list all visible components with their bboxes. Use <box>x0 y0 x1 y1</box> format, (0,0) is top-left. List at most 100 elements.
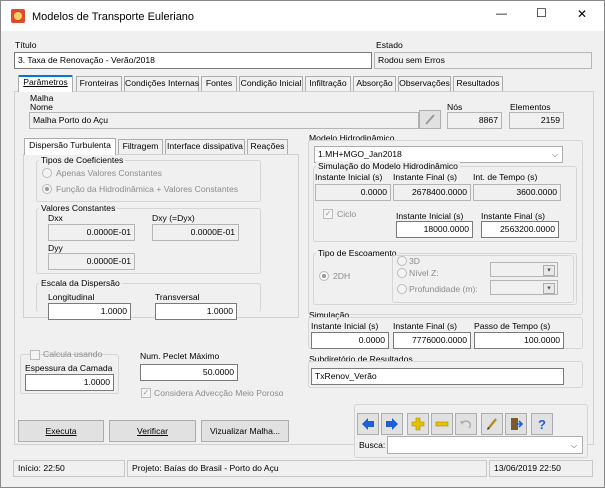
tipos-group <box>36 160 261 202</box>
sim-ini-field[interactable]: 0.0000 <box>311 332 389 349</box>
tab-accent-bar <box>19 75 72 77</box>
app-window: Modelos de Transporte Euleriano — ☐ ✕ Tí… <box>0 0 605 488</box>
tab-infiltracao[interactable]: Infiltração <box>305 76 351 91</box>
tab-condicao-inicial[interactable]: Condição Inicial <box>239 76 303 91</box>
edit-button[interactable] <box>481 413 503 435</box>
peclet-field[interactable]: 50.0000 <box>140 364 238 381</box>
subtab-reacoes[interactable]: Reações <box>247 139 288 154</box>
peclet-label: Num. Peclet Máximo <box>140 351 220 361</box>
2dh-radio[interactable] <box>319 271 329 281</box>
delete-button[interactable] <box>431 413 453 435</box>
hidro-ini-field: 0.0000 <box>315 184 391 201</box>
busca-chevron-down-icon[interactable]: ⌵ <box>571 440 577 451</box>
hidro-fin-label: Instante Final (s) <box>393 172 457 182</box>
ciclo-checkbox[interactable]: ✓ <box>323 209 333 219</box>
dxx-field: 0.0000E-01 <box>48 224 135 241</box>
espessura-label: Espessura da Camada <box>25 363 113 373</box>
insert-button[interactable] <box>407 413 429 435</box>
sim-passo-field[interactable]: 100.0000 <box>474 332 564 349</box>
pencil-icon <box>487 418 497 430</box>
transversal-field[interactable]: 1.0000 <box>155 303 237 320</box>
arrow-left-icon <box>362 418 374 430</box>
3d-label: 3D <box>409 256 420 266</box>
parametros-panel: Malha Nome Malha Porto do Açu Nós 8867 E… <box>14 91 594 458</box>
chevron-down-icon: ▾ <box>543 283 555 294</box>
tab-observacoes[interactable]: Observações <box>398 76 451 91</box>
busca-label: Busca: <box>359 440 386 450</box>
busca-combo[interactable] <box>387 436 583 454</box>
dxy-field: 0.0000E-01 <box>152 224 239 241</box>
apenas-valores-radio[interactable] <box>42 168 52 178</box>
ciclo-ini-field[interactable]: 18000.0000 <box>396 221 473 238</box>
minimize-button[interactable]: — <box>496 9 507 20</box>
door-exit-icon <box>511 418 523 430</box>
subdir-field[interactable]: TxRenov_Verão <box>311 368 564 385</box>
subtab-interface[interactable]: Interface dissipativa <box>165 139 245 154</box>
verificar-button[interactable]: Verificar <box>109 420 196 442</box>
tab-resultados[interactable]: Resultados <box>453 76 503 91</box>
sim-fin-label: Instante Final (s) <box>393 321 457 331</box>
tab-absorcao[interactable]: Absorção <box>353 76 396 91</box>
hidro-ini-label: Instante Inicial (s) <box>315 172 383 182</box>
next-record-button[interactable] <box>381 413 403 435</box>
profundidade-radio[interactable] <box>397 284 407 294</box>
hidro-int-field: 3600.0000 <box>473 184 561 201</box>
malha-nome-field: Malha Porto do Açu <box>29 112 419 129</box>
help-button[interactable]: ? <box>531 413 553 435</box>
advec-checkbox[interactable]: ✓ <box>141 388 151 398</box>
tab-fronteiras[interactable]: Fronteiras <box>76 76 122 91</box>
3d-radio[interactable] <box>397 256 407 266</box>
minus-icon <box>435 421 449 427</box>
subtab-filtragem[interactable]: Filtragem <box>118 139 163 154</box>
dxx-label: Dxx <box>48 213 63 223</box>
estado-label: Estado <box>376 40 403 50</box>
tab-fontes[interactable]: Fontes <box>201 76 237 91</box>
elementos-field: 2159 <box>509 112 564 129</box>
calcula-checkbox[interactable] <box>30 350 40 360</box>
sim-passo-label: Passo de Tempo (s) <box>474 321 551 331</box>
sim-fin-field[interactable]: 7776000.0000 <box>393 332 471 349</box>
status-projeto: Projeto: Baías do Brasil - Porto do Açu <box>127 460 487 477</box>
plus-icon <box>411 417 425 431</box>
ciclo-fin-field[interactable]: 2563200.0000 <box>481 221 559 238</box>
funcao-hidro-radio[interactable] <box>42 184 52 194</box>
titulo-field[interactable]: 3. Taxa de Renovação - Verão/2018 <box>14 52 372 69</box>
estado-field: Rodou sem Erros <box>374 52 592 69</box>
nivel-combo: ▾ <box>490 262 558 277</box>
subtab-dispersao[interactable]: Dispersão Turbulenta <box>24 138 116 155</box>
prev-record-button[interactable] <box>357 413 379 435</box>
app-icon <box>11 9 25 23</box>
title-bar: Modelos de Transporte Euleriano — ☐ ✕ <box>1 1 604 31</box>
longitudinal-label: Longitudinal <box>48 292 95 302</box>
nivel-radio[interactable] <box>397 268 407 278</box>
undo-button[interactable] <box>455 413 477 435</box>
exit-button[interactable] <box>505 413 527 435</box>
escala-title: Escala da Dispersão <box>39 278 122 289</box>
nivel-label: Nível Z: <box>409 268 439 278</box>
espessura-field[interactable]: 1.0000 <box>25 374 114 391</box>
executa-button[interactable]: Executa <box>18 420 104 442</box>
pencil-icon <box>425 114 435 125</box>
navigator-toolbar: ? <box>357 413 585 435</box>
titulo-label: Título <box>15 40 37 50</box>
question-icon: ? <box>538 416 546 432</box>
longitudinal-field[interactable]: 1.0000 <box>48 303 131 320</box>
undo-icon <box>460 420 472 429</box>
calcula-label: Calcula usando <box>43 349 103 359</box>
visualizar-malha-button[interactable]: Vizualizar Malha... <box>201 420 289 442</box>
escoamento-title: Tipo de Escoamento <box>316 248 399 259</box>
maximize-button[interactable]: ☐ <box>536 7 547 19</box>
close-button[interactable]: ✕ <box>577 8 587 20</box>
dxy-label: Dxy (=Dyx) <box>152 213 195 223</box>
tab-condicoes-internas[interactable]: Condições Internas <box>124 76 199 91</box>
tab-parametros[interactable]: Parâmetros <box>18 75 73 92</box>
sim-hidro-title: Simulação do Modelo Hidrodinâmico <box>316 161 460 172</box>
transversal-label: Transversal <box>155 292 200 302</box>
dispersao-panel: Tipos de Coeficientes Apenas Valores Con… <box>23 154 299 318</box>
2dh-label: 2DH <box>333 271 351 281</box>
arrow-right-icon <box>386 418 398 430</box>
hidro-combo-arrow[interactable]: ⌵ <box>552 149 558 160</box>
sim-ini-label: Instante Inicial (s) <box>311 321 379 331</box>
malha-browse-button[interactable] <box>419 110 441 129</box>
hidro-fin-field: 2678400.0000 <box>393 184 471 201</box>
